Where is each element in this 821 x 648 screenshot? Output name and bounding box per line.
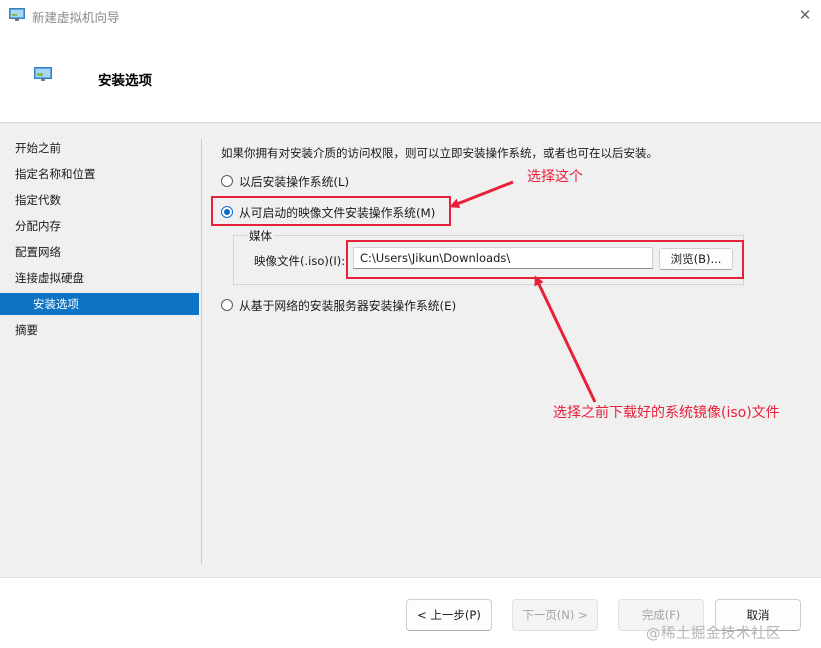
watermark: @稀土掘金技术社区 [646, 626, 781, 642]
previous-button[interactable]: < 上一步(P) [406, 599, 492, 631]
annotation-select-this: 选择这个 [527, 169, 583, 185]
arrow-to-iso-field [534, 275, 597, 403]
annotation-arrows [449, 180, 597, 403]
next-button[interactable]: 下一页(N) > [512, 599, 598, 631]
arrow-to-image-option [449, 180, 514, 209]
annotation-select-iso: 选择之前下载好的系统镜像(iso)文件 [553, 405, 780, 421]
